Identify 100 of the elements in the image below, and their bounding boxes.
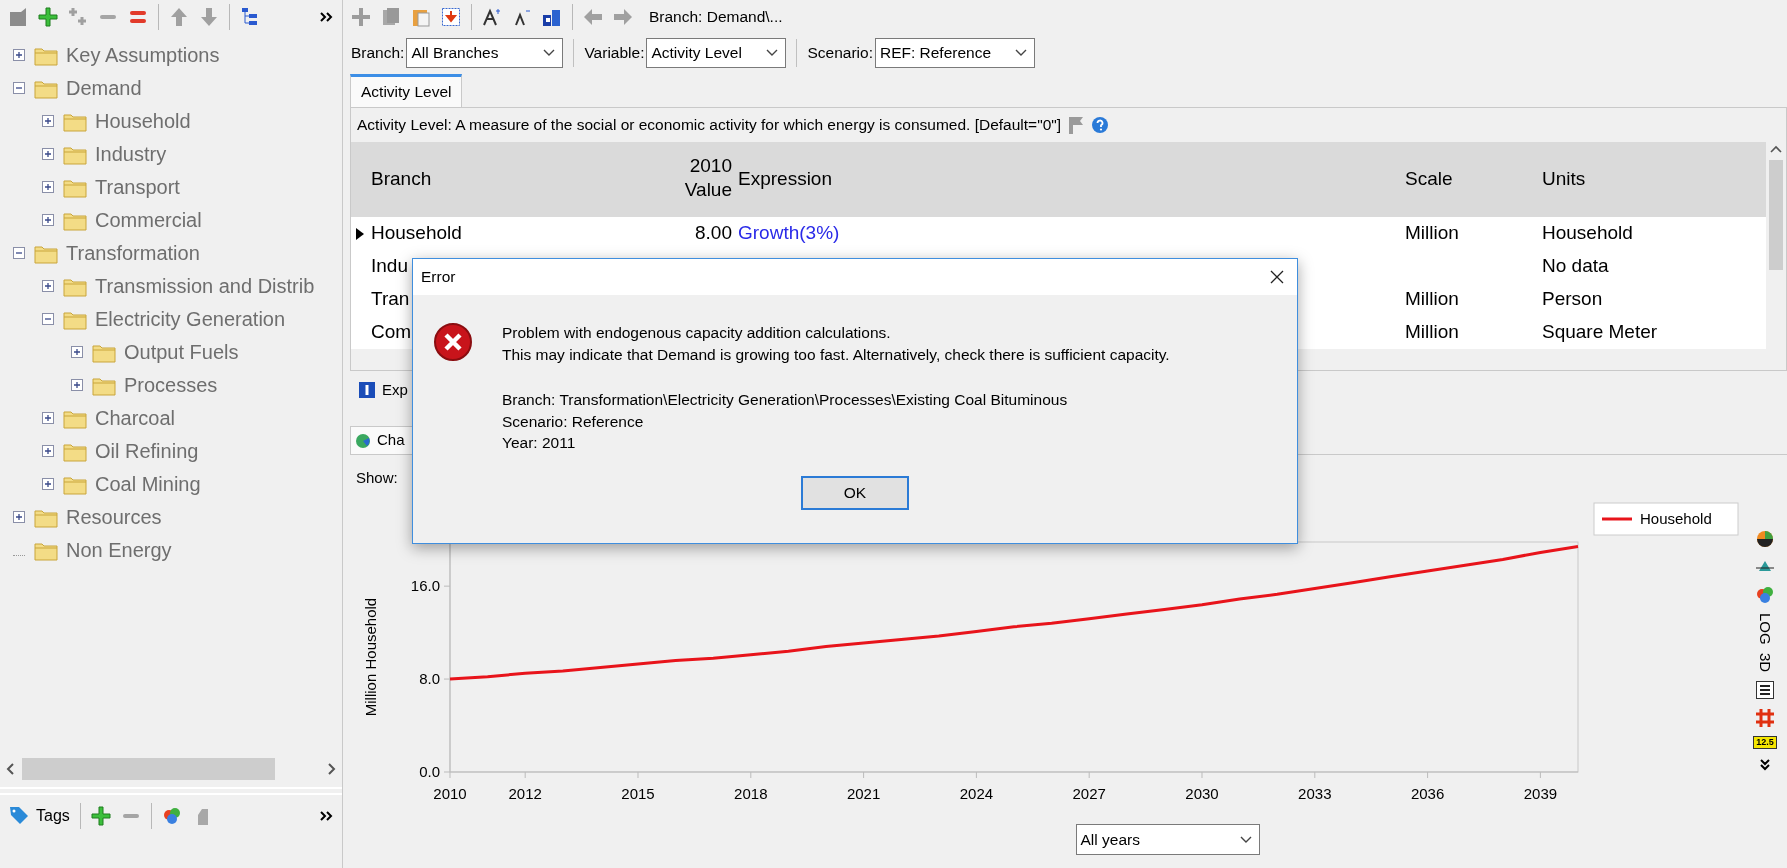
column-header[interactable]: Expression <box>736 165 832 194</box>
column-header[interactable]: Units <box>1540 165 1586 194</box>
expand-toggle[interactable] <box>71 378 83 391</box>
bubbles-icon[interactable] <box>1755 585 1775 605</box>
font-larger-icon[interactable] <box>482 7 502 27</box>
dropdown[interactable]: Activity Level <box>646 38 787 68</box>
dialog-detail: Branch: Transformation\Electricity Generation\Processes\Existing Coal Bituminous <box>502 390 1069 410</box>
info-icon <box>358 381 376 399</box>
dropdown[interactable]: All Branches <box>406 38 564 68</box>
table-cell-text: Com <box>370 320 412 345</box>
import-icon[interactable] <box>441 7 461 27</box>
tick-label: 2012 <box>508 785 542 802</box>
pie-chart-icon[interactable] <box>1755 529 1775 549</box>
expand-toggle[interactable] <box>42 147 54 160</box>
legend-swatch <box>1602 517 1632 521</box>
field-label: Scenario: <box>807 43 873 64</box>
expand-toggle[interactable] <box>42 444 54 457</box>
expand-toggle[interactable] <box>42 411 54 424</box>
expand-toggle[interactable] <box>71 345 83 358</box>
expand-toggle[interactable] <box>13 48 25 61</box>
tick-label: 2027 <box>1072 785 1106 802</box>
tree-item[interactable]: Processes <box>124 369 218 400</box>
tree-item[interactable]: Key Assumptions <box>66 39 220 70</box>
tick-label: 16.0 <box>410 577 440 595</box>
plus-icon[interactable] <box>90 806 111 826</box>
column-header[interactable]: 2010 Value <box>670 154 732 202</box>
tick-label: 2021 <box>846 785 881 802</box>
tick-label: 2033 <box>1298 785 1332 802</box>
field-label: Branch: <box>351 43 405 64</box>
clipboard-icon[interactable] <box>411 7 431 27</box>
tree-item[interactable]: Coal Mining <box>95 468 201 499</box>
ok-button[interactable]: OK <box>801 475 909 510</box>
dialog-detail: Year: 2011 <box>502 433 577 453</box>
dropdown[interactable]: All years <box>1075 824 1260 855</box>
table-cell-text: Million <box>1404 221 1459 246</box>
table-cell-text: Million <box>1404 287 1459 312</box>
expand-toggle[interactable] <box>13 81 25 94</box>
scrollbar-thumb[interactable] <box>1769 160 1783 270</box>
dialog-message: This may indicate that Demand is growing too fast. Alternatively, check there is sufficient capacity. <box>502 344 1170 365</box>
tree-item[interactable]: Demand <box>66 72 142 103</box>
table-cell-text: 8.00 <box>695 221 733 246</box>
tree-item[interactable]: Oil Refining <box>95 435 199 466</box>
dialog-detail: Scenario: Reference <box>502 411 645 432</box>
table-cell-text: Growth(3%) <box>737 221 840 246</box>
expand-toggle[interactable] <box>42 213 54 226</box>
tag-icon <box>8 805 30 827</box>
tab[interactable]: Activity Level <box>350 74 463 107</box>
expand-toggle[interactable] <box>13 246 25 259</box>
panel-tab[interactable]: Exp <box>382 378 408 402</box>
tick-label: 2015 <box>621 785 655 802</box>
tree-item[interactable]: Transmission and Distrib <box>95 270 315 301</box>
expand-toggle[interactable] <box>42 279 54 292</box>
description-text: Activity Level: A measure of the social or economic activity for which energy is consumed. [Default="0"] <box>357 115 1062 136</box>
chart-option-button[interactable]: LOG <box>1753 613 1777 645</box>
expand-toggle[interactable] <box>42 114 54 127</box>
tree-item[interactable]: Transformation <box>66 237 200 268</box>
chart-tab-icon <box>355 432 371 449</box>
bubbles-icon[interactable] <box>161 806 182 826</box>
tree-item[interactable]: Non Energy <box>66 534 172 565</box>
breadcrumb: Branch: Demand\... <box>649 7 783 28</box>
help-icon[interactable] <box>1091 116 1110 134</box>
page-icon[interactable] <box>8 7 28 27</box>
error-icon <box>433 322 473 362</box>
font-smaller-icon[interactable] <box>512 7 532 27</box>
tree-icon[interactable] <box>240 7 260 27</box>
double-chevron-down-icon[interactable] <box>1758 756 1772 771</box>
column-header[interactable]: Scale <box>1403 165 1453 194</box>
table-cell-text: Indu <box>370 254 408 279</box>
value-labels-button[interactable]: 12.5 <box>1753 735 1777 749</box>
tree-item[interactable]: Industry <box>95 138 167 169</box>
tags-label: Tags <box>36 806 70 826</box>
tree-item[interactable]: Output Fuels <box>124 336 239 367</box>
dropdown[interactable]: REF: Reference <box>874 38 1035 68</box>
chart-option-button[interactable]: 3D <box>1753 652 1777 672</box>
grid-icon[interactable] <box>1755 707 1775 728</box>
expand-toggle[interactable] <box>42 312 54 325</box>
tree-item[interactable]: Resources <box>66 501 162 532</box>
close-icon[interactable] <box>1269 269 1285 285</box>
tree-item[interactable]: Household <box>95 105 191 136</box>
expand-toggle[interactable] <box>13 510 25 523</box>
table-cell-text: Household <box>1541 221 1633 246</box>
table-cell-text: No data <box>1541 254 1609 279</box>
scrollbar-thumb[interactable] <box>22 758 276 780</box>
field-label: Variable: <box>584 43 645 64</box>
axis-label: Million Household <box>362 597 379 717</box>
tree-item[interactable]: Commercial <box>95 204 202 235</box>
expand-toggle[interactable] <box>42 477 54 490</box>
plus-icon[interactable] <box>38 7 58 27</box>
column-header[interactable]: Branch <box>369 165 432 194</box>
tree-item[interactable]: Electricity Generation <box>95 303 286 334</box>
tree-item[interactable]: Transport <box>95 171 180 202</box>
list-icon[interactable] <box>1755 679 1775 700</box>
expand-toggle[interactable] <box>42 180 54 193</box>
tick-label: 2036 <box>1410 785 1445 802</box>
chart-icon[interactable] <box>542 7 562 27</box>
tick-label: 2024 <box>959 785 994 802</box>
table-cell-text: Square Meter <box>1541 320 1658 345</box>
tick-label: 2010 <box>433 785 467 802</box>
tree-item[interactable]: Charcoal <box>95 402 176 433</box>
tick-label: 2018 <box>734 785 768 802</box>
